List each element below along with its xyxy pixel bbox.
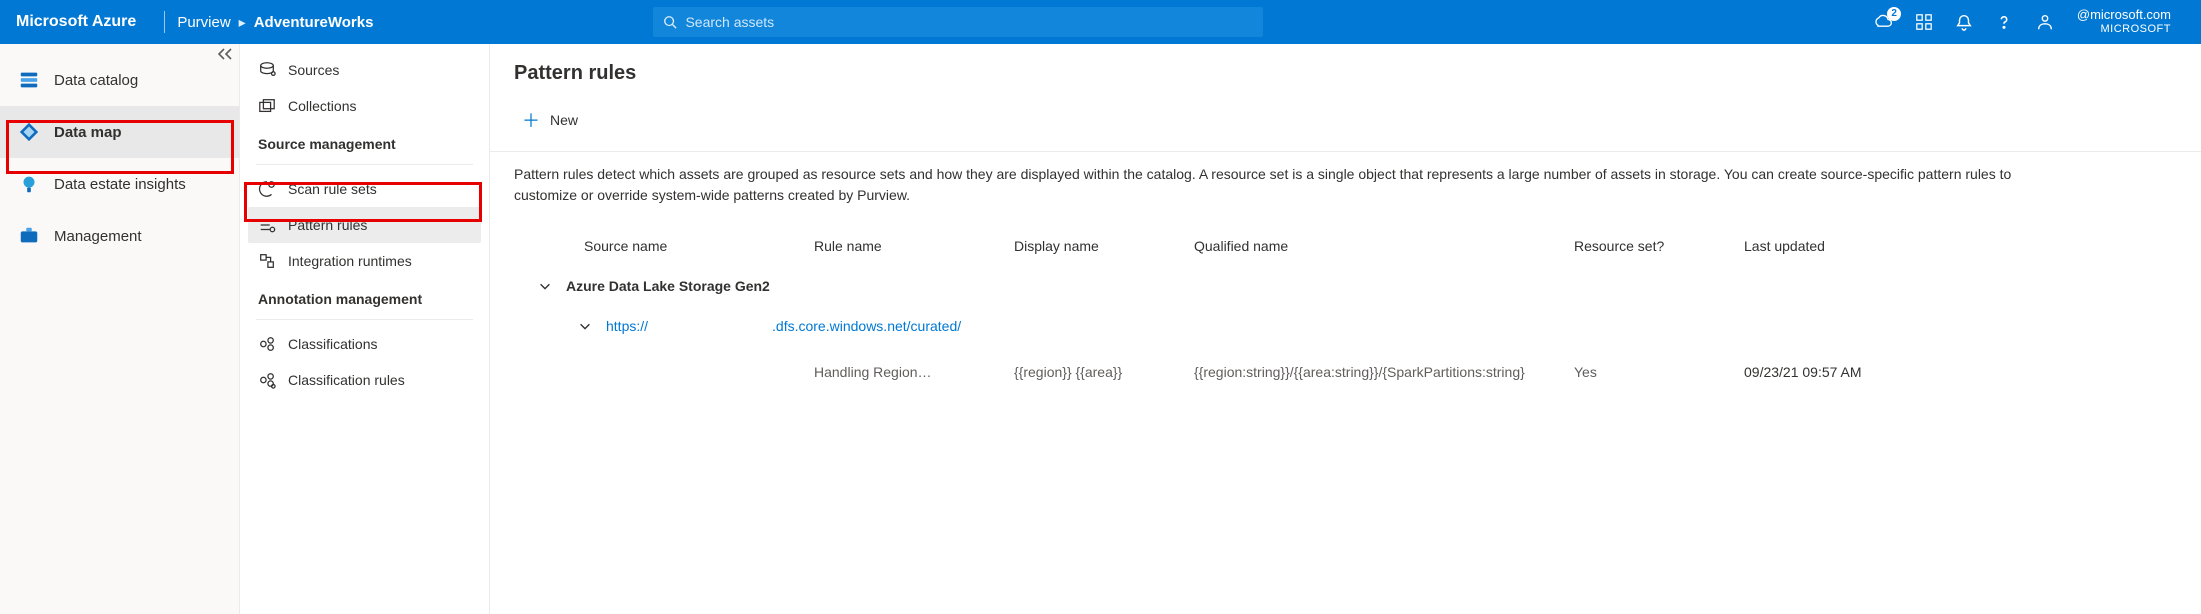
cloud-shell-icon[interactable]: 2 bbox=[1873, 13, 1893, 31]
group-row[interactable]: Azure Data Lake Storage Gen2 bbox=[514, 264, 2177, 304]
nav2-classifications[interactable]: Classifications bbox=[248, 326, 481, 362]
nav-data-map[interactable]: Data map bbox=[0, 106, 239, 158]
notification-badge: 2 bbox=[1887, 7, 1901, 21]
insights-icon bbox=[18, 173, 40, 195]
account-email: @microsoft.com bbox=[2077, 8, 2171, 23]
nav-label: Data map bbox=[54, 124, 122, 141]
runtime-icon bbox=[258, 252, 276, 270]
table-row[interactable]: Handling Region… {{region}} {{area}} {{r… bbox=[514, 344, 2177, 390]
source-url-suffix[interactable]: .dfs.core.windows.net/curated/ bbox=[772, 318, 961, 334]
nav2-heading-source-mgmt: Source management bbox=[248, 124, 481, 158]
divider bbox=[256, 164, 473, 165]
help-icon[interactable] bbox=[1995, 13, 2013, 31]
page-title: Pattern rules bbox=[514, 62, 2177, 85]
nav-data-catalog[interactable]: Data catalog bbox=[0, 54, 239, 106]
nav2-classification-rules[interactable]: Classification rules bbox=[248, 362, 481, 398]
nav2-heading-annotation: Annotation management bbox=[248, 279, 481, 313]
top-icons: 2 @microsoft.com MICROSOFT bbox=[1873, 8, 2185, 36]
bell-icon[interactable] bbox=[1955, 13, 1973, 31]
search-input[interactable] bbox=[685, 14, 1253, 30]
toolbar: ＋ New bbox=[514, 95, 2177, 151]
classification-rules-icon bbox=[258, 371, 276, 389]
nav-label: Management bbox=[54, 228, 142, 245]
breadcrumb-account[interactable]: AdventureWorks bbox=[254, 14, 374, 31]
top-bar: Microsoft Azure Purview ▸ AdventureWorks… bbox=[0, 0, 2201, 44]
pattern-icon bbox=[258, 216, 276, 234]
description-text: Pattern rules detect which assets are gr… bbox=[514, 152, 2014, 228]
col-qualified-name[interactable]: Qualified name bbox=[1194, 238, 1564, 254]
new-button[interactable]: ＋ New bbox=[514, 101, 586, 139]
nav2-sources[interactable]: Sources bbox=[248, 52, 481, 88]
sources-icon bbox=[258, 61, 276, 79]
scan-icon bbox=[258, 180, 276, 198]
classifications-icon bbox=[258, 335, 276, 353]
search-box[interactable] bbox=[653, 7, 1263, 37]
chevron-down-icon[interactable] bbox=[578, 319, 592, 333]
nav2-label: Collections bbox=[288, 98, 356, 114]
chevron-right-icon: ▸ bbox=[239, 14, 246, 31]
nav2-scan-rule-sets[interactable]: Scan rule sets bbox=[248, 171, 481, 207]
directories-icon[interactable] bbox=[1915, 13, 1933, 31]
divider bbox=[164, 11, 165, 33]
primary-nav: Data catalog Data map Data estate insigh… bbox=[0, 44, 240, 614]
collections-icon bbox=[258, 97, 276, 115]
col-display-name[interactable]: Display name bbox=[1014, 238, 1184, 254]
cell-rule-name: Handling Region… bbox=[814, 364, 1004, 380]
nav-management[interactable]: Management bbox=[0, 210, 239, 262]
nav2-integration-runtimes[interactable]: Integration runtimes bbox=[248, 243, 481, 279]
account-info[interactable]: @microsoft.com MICROSOFT bbox=[2077, 8, 2171, 36]
nav-data-estate-insights[interactable]: Data estate insights bbox=[0, 158, 239, 210]
nav-label: Data estate insights bbox=[54, 176, 186, 193]
management-icon bbox=[18, 225, 40, 247]
map-icon bbox=[18, 121, 40, 143]
col-last-updated[interactable]: Last updated bbox=[1744, 238, 1944, 254]
cell-qualified-name: {{region:string}}/{{area:string}}/{Spark… bbox=[1194, 364, 1564, 380]
divider bbox=[256, 319, 473, 320]
feedback-icon[interactable] bbox=[2035, 13, 2055, 31]
collapse-nav-icon[interactable] bbox=[217, 48, 233, 60]
nav2-label: Classifications bbox=[288, 336, 377, 352]
col-rule-name[interactable]: Rule name bbox=[814, 238, 1004, 254]
main-content: Pattern rules ＋ New Pattern rules detect… bbox=[490, 44, 2201, 614]
cell-display-name: {{region}} {{area}} bbox=[1014, 364, 1184, 380]
chevron-down-icon[interactable] bbox=[538, 279, 552, 293]
cell-last-updated: 09/23/21 09:57 AM bbox=[1744, 364, 1944, 380]
nav2-label: Scan rule sets bbox=[288, 181, 377, 197]
new-label: New bbox=[550, 112, 578, 128]
col-source-name[interactable]: Source name bbox=[584, 238, 804, 254]
nav2-pattern-rules[interactable]: Pattern rules bbox=[248, 207, 481, 243]
group-label: Azure Data Lake Storage Gen2 bbox=[566, 278, 770, 294]
source-url-prefix[interactable]: https:// bbox=[606, 318, 648, 334]
account-org: MICROSOFT bbox=[2077, 23, 2171, 36]
search-icon bbox=[663, 15, 677, 29]
catalog-icon bbox=[18, 69, 40, 91]
table-header: Source name Rule name Display name Quali… bbox=[514, 228, 2177, 264]
nav2-label: Pattern rules bbox=[288, 217, 367, 233]
breadcrumb-purview[interactable]: Purview bbox=[177, 14, 230, 31]
nav2-label: Sources bbox=[288, 62, 339, 78]
source-row[interactable]: https:// .dfs.core.windows.net/curated/ bbox=[514, 304, 2177, 344]
secondary-nav: Sources Collections Source management Sc… bbox=[240, 44, 490, 614]
nav2-label: Integration runtimes bbox=[288, 253, 412, 269]
plus-icon: ＋ bbox=[522, 107, 540, 133]
brand[interactable]: Microsoft Azure bbox=[16, 13, 152, 31]
cell-resource-set: Yes bbox=[1574, 364, 1734, 380]
col-resource-set[interactable]: Resource set? bbox=[1574, 238, 1734, 254]
nav-label: Data catalog bbox=[54, 72, 138, 89]
nav2-collections[interactable]: Collections bbox=[248, 88, 481, 124]
nav2-label: Classification rules bbox=[288, 372, 405, 388]
